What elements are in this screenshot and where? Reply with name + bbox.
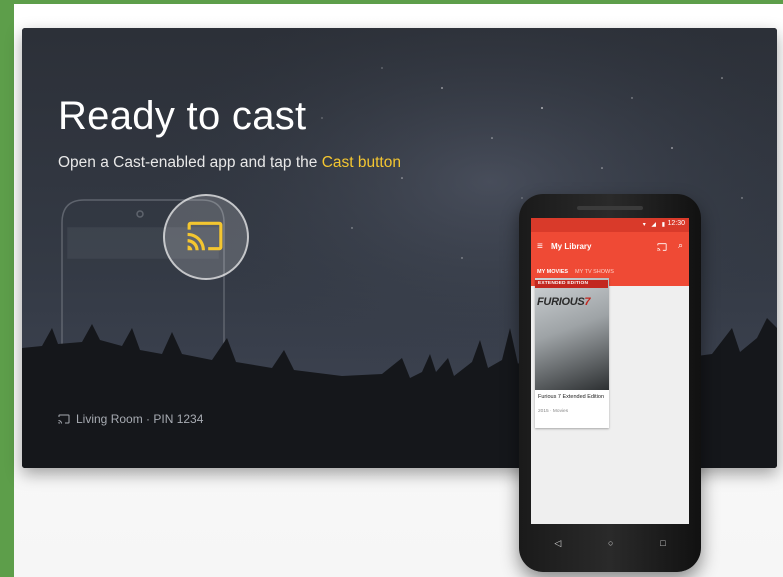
poster-logo: FURIOUS7: [537, 296, 591, 308]
tab-my-tv-shows[interactable]: MY TV SHOWS: [575, 269, 614, 275]
status-time: 12:30: [667, 220, 685, 227]
frame-border-left: [0, 0, 14, 577]
recents-nav-icon[interactable]: □: [660, 538, 665, 548]
app-title: My Library: [551, 242, 592, 251]
cast-instruction-text: Open a Cast-enabled app and tap the Cast…: [58, 154, 401, 172]
cast-icon: [187, 221, 223, 251]
device-status: Living Room · PIN 1234: [58, 412, 203, 426]
cast-button-illustration: [163, 194, 249, 280]
cast-small-icon: [58, 414, 70, 424]
movie-title: Furious 7 Extended Edition: [538, 394, 605, 400]
search-icon[interactable]: ⌕: [678, 240, 683, 251]
logo-text: FURIOUS: [537, 296, 585, 308]
tab-my-movies[interactable]: MY MOVIES: [537, 269, 568, 275]
phone-speaker: [577, 206, 643, 210]
cast-button-highlight: Cast button: [321, 154, 401, 171]
extended-edition-badge: EXTENDED EDITION: [535, 280, 608, 288]
device-name-pin: Living Room · PIN 1234: [76, 412, 204, 426]
android-nav-bar: ◁ ○ □: [531, 528, 689, 558]
phone-screen: ▾ ◢ ▮ 12:30 ≡ My Library ⌕ MY MOVIES MY …: [531, 218, 689, 524]
home-nav-icon[interactable]: ○: [608, 538, 613, 548]
status-icons: ▾ ◢ ▮: [642, 222, 667, 228]
back-nav-icon[interactable]: ◁: [554, 538, 561, 549]
instruction-prefix: Open a Cast-enabled app and tap the: [58, 154, 322, 171]
ready-to-cast-title: Ready to cast: [58, 94, 307, 138]
android-phone: ▾ ◢ ▮ 12:30 ≡ My Library ⌕ MY MOVIES MY …: [519, 194, 701, 572]
app-bar: ≡ My Library ⌕: [531, 232, 689, 264]
movie-meta: 2015 · Movies: [538, 409, 569, 414]
menu-icon[interactable]: ≡: [537, 241, 543, 252]
logo-number: 7: [584, 296, 591, 308]
phone-status-bar: ▾ ◢ ▮ 12:30: [531, 218, 689, 232]
movie-poster: EXTENDED EDITION FURIOUS7: [535, 278, 609, 390]
movie-card[interactable]: EXTENDED EDITION FURIOUS7 Furious 7 Exte…: [535, 278, 609, 428]
app-cast-icon[interactable]: [657, 242, 667, 252]
page-background: Ready to cast Open a Cast-enabled app an…: [14, 4, 783, 577]
